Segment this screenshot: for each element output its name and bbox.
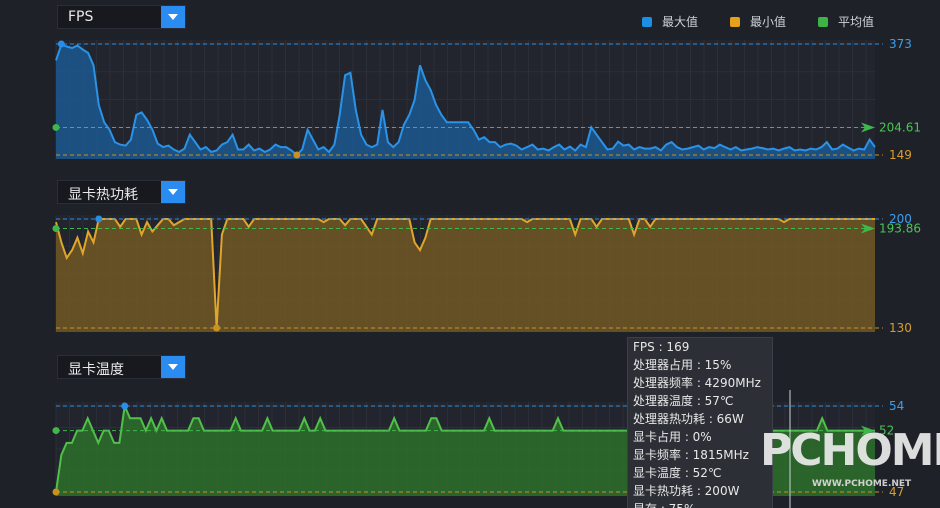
- gpu-power-chart[interactable]: 200130193.86: [0, 205, 940, 345]
- metric-select-1-label: FPS: [68, 9, 94, 25]
- tooltip-gpu-temp: 显卡温度 : 52℃: [633, 466, 722, 480]
- metric-select-1[interactable]: FPS: [57, 5, 186, 29]
- fps-min-label: 149: [889, 148, 912, 162]
- tooltip-fps: FPS : 169: [633, 340, 690, 354]
- legend-min-label: 最小值: [750, 15, 787, 29]
- watermark-logo: PCHOME: [760, 425, 940, 476]
- tooltip-gpu-usage: 显卡占用 : 0%: [633, 430, 712, 444]
- chevron-down-icon[interactable]: [161, 6, 185, 28]
- metric-select-2[interactable]: 显卡热功耗: [57, 180, 186, 204]
- gpu-power-area: [56, 219, 875, 332]
- legend-min-swatch: [730, 17, 740, 27]
- metric-select-3[interactable]: 显卡温度: [57, 355, 186, 379]
- gpu-power-avg-marker: [52, 225, 60, 233]
- tooltip-cpu-power: 处理器热功耗 : 66W: [633, 412, 744, 426]
- tooltip-vram: 显存 : 75%: [628, 500, 772, 508]
- tooltip-cpu-temp: 处理器温度 : 57℃: [633, 394, 734, 408]
- gpu-temp-max-label: 54: [889, 399, 904, 413]
- gpu-power-min-marker: [213, 324, 221, 332]
- tooltip-gpu-freq: 显卡频率 : 1815MHz: [633, 448, 749, 462]
- legend-max-swatch: [642, 17, 652, 27]
- chevron-down-icon[interactable]: [161, 356, 185, 378]
- legend-max[interactable]: 最大值: [642, 13, 698, 30]
- data-tooltip: FPS : 169 处理器占用 : 15% 处理器频率 : 4290MHz 处理…: [627, 337, 773, 508]
- watermark-url: WWW.PCHOME.NET: [812, 479, 912, 489]
- gpu-power-min-label: 130: [889, 321, 912, 335]
- metric-select-2-label: 显卡热功耗: [68, 187, 138, 203]
- gpu-temp-max-marker: [121, 402, 129, 410]
- fps-max-marker: [57, 40, 65, 48]
- legend-max-label: 最大值: [662, 15, 699, 29]
- tooltip-cpu-usage: 处理器占用 : 15%: [633, 358, 732, 372]
- gpu-power-max-marker: [95, 215, 103, 223]
- fps-avg-label: 204.61: [879, 120, 921, 134]
- gpu-temp-min-marker: [52, 488, 60, 496]
- tooltip-gpu-power: 显卡热功耗 : 200W: [633, 484, 740, 498]
- legend-avg-swatch: [818, 17, 828, 27]
- legend-avg[interactable]: 平均值: [818, 13, 874, 30]
- metric-select-3-label: 显卡温度: [68, 362, 124, 378]
- tooltip-cpu-freq: 处理器频率 : 4290MHz: [633, 376, 761, 390]
- fps-max-label: 373: [889, 37, 912, 51]
- legend-avg-label: 平均值: [838, 15, 875, 29]
- gpu-temp-avg-marker: [52, 427, 60, 435]
- fps-min-marker: [293, 151, 301, 159]
- chevron-down-icon[interactable]: [161, 181, 185, 203]
- gpu-power-avg-label: 193.86: [879, 222, 921, 236]
- legend-min[interactable]: 最小值: [730, 13, 786, 30]
- fps-chart[interactable]: 373 149 204.61: [0, 30, 940, 170]
- fps-avg-marker: [52, 123, 60, 131]
